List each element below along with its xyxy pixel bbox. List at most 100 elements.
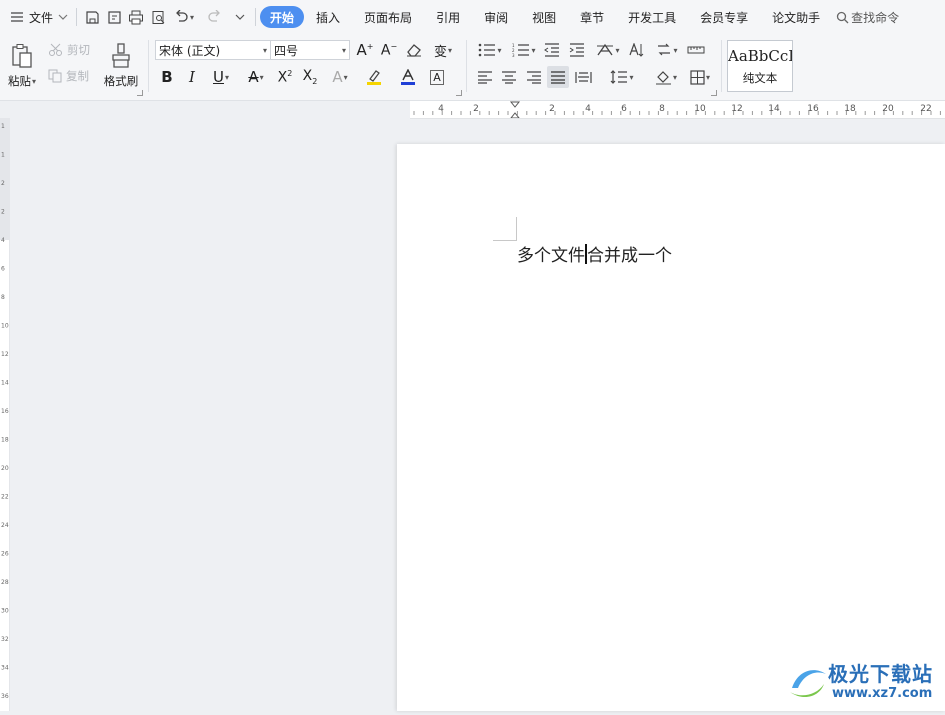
decrease-font-size-button[interactable]: A−: [378, 39, 400, 61]
align-right-button[interactable]: [523, 66, 545, 88]
save-button[interactable]: [83, 8, 101, 26]
separator: [148, 40, 149, 92]
search-icon: [837, 11, 849, 23]
underline-button[interactable]: U ▾: [205, 66, 237, 88]
dialog-launcher-icon[interactable]: [711, 90, 717, 96]
numbered-list-icon: 123: [512, 43, 530, 57]
redo-button[interactable]: [201, 8, 227, 26]
separator: [721, 40, 722, 92]
align-right-icon: [527, 70, 541, 84]
svg-text:3: 3: [512, 53, 515, 57]
sort-icon: [629, 42, 644, 57]
print-button[interactable]: [127, 8, 145, 26]
chevron-down-icon: ▾: [531, 45, 536, 55]
sort-button[interactable]: [625, 39, 647, 61]
save-icon: [85, 10, 99, 24]
line-spacing-button[interactable]: ▾: [606, 66, 638, 88]
font-color-button[interactable]: [392, 66, 424, 88]
print-preview-button[interactable]: [149, 8, 167, 26]
subscript-icon: X2: [302, 68, 318, 86]
font-name-select[interactable]: 宋体 (正文) ▾: [155, 40, 271, 60]
increase-indent-button[interactable]: [566, 39, 588, 61]
phonetic-guide-button[interactable]: 变 ▾: [428, 39, 458, 61]
justify-button[interactable]: [547, 66, 569, 88]
ruler-label: 8: [1, 294, 5, 301]
superscript-button[interactable]: X2: [274, 66, 296, 88]
export-pdf-button[interactable]: [105, 8, 123, 26]
paste-button[interactable]: 粘贴 ▾: [4, 38, 40, 94]
format-painter-icon: [112, 43, 130, 68]
bullets-button[interactable]: ▾: [474, 39, 506, 61]
tab-3[interactable]: 引用: [424, 6, 472, 28]
table-tools-button[interactable]: [685, 39, 707, 61]
align-center-button[interactable]: [498, 66, 520, 88]
text-effect-icon: A: [332, 68, 343, 86]
ruler-label: 6: [621, 104, 627, 114]
watermark-brand-url: www.xz7.com: [832, 686, 933, 701]
copy-icon: [48, 69, 62, 83]
dialog-launcher-icon[interactable]: [137, 90, 143, 96]
tab-4[interactable]: 审阅: [472, 6, 520, 28]
bold-button[interactable]: B: [156, 66, 178, 88]
tab-5[interactable]: 视图: [520, 6, 568, 28]
show-hide-marks-button[interactable]: ▾: [651, 39, 683, 61]
document-page[interactable]: [397, 144, 945, 711]
numbering-button[interactable]: 1 2 3 ▾: [508, 39, 540, 61]
font-size-select[interactable]: 四号 ▾: [270, 40, 350, 60]
ribbon: 粘贴 ▾ 剪切 复制 格式刷 宋体 (正文) ▾ 四号 ▾ A+ A− 变 ▾ B …: [0, 34, 945, 101]
undo-button[interactable]: ▾: [171, 8, 197, 26]
paste-dropdown-icon[interactable]: ▾: [32, 77, 36, 86]
chinese-layout-icon: [597, 43, 614, 56]
ruler-label: 20: [882, 104, 894, 114]
subscript-button[interactable]: X2: [299, 66, 321, 88]
shading-button[interactable]: ▾: [650, 66, 682, 88]
borders-button[interactable]: ▾: [684, 66, 716, 88]
increase-font-size-button[interactable]: A+: [354, 39, 376, 61]
character-border-icon: A: [430, 69, 444, 85]
horizontal-ruler[interactable]: 4 2 2 4 6 8 10 12 14 16 18 20 22: [410, 101, 945, 119]
text-effect-button[interactable]: A ▾: [324, 66, 356, 88]
ruler-label: 4: [585, 104, 591, 114]
ruler-label: 14: [768, 104, 780, 114]
dialog-launcher-icon[interactable]: [456, 90, 462, 96]
highlight-button[interactable]: [358, 66, 390, 88]
ruler-label: 8: [659, 104, 665, 114]
ruler-label: 4: [438, 104, 444, 114]
tab-2[interactable]: 页面布局: [352, 6, 424, 28]
ruler-label: 34: [1, 665, 9, 672]
style-plain-text[interactable]: AaBbCcI 纯文本: [727, 40, 793, 92]
strikethrough-button[interactable]: A ▾: [240, 66, 272, 88]
copy-button[interactable]: 复制: [48, 66, 89, 86]
italic-button[interactable]: I: [181, 66, 203, 88]
ruler-label: 16: [807, 104, 819, 114]
chinese-layout-button[interactable]: ▾: [592, 39, 624, 61]
decrease-indent-button[interactable]: [541, 39, 563, 61]
distribute-button[interactable]: [572, 66, 594, 88]
file-menu[interactable]: 文件: [6, 6, 72, 28]
vertical-ruler[interactable]: 1 1 2 2 4 6 8 10 12 14 16 18 20 22 24 26 28 30 32 34 36: [0, 118, 10, 711]
align-left-icon: [478, 70, 492, 84]
customize-toolbar-button[interactable]: [231, 8, 249, 26]
tab-6[interactable]: 章节: [568, 6, 616, 28]
character-border-button[interactable]: A: [426, 66, 448, 88]
site-watermark: 极光下载站 www.xz7.com: [786, 658, 941, 706]
ruler-label: 1: [1, 123, 5, 130]
search-command[interactable]: 查找命令: [832, 6, 903, 28]
ruler-label: 20: [1, 465, 9, 472]
tab-9[interactable]: 论文助手: [760, 6, 832, 28]
tab-8[interactable]: 会员专享: [688, 6, 760, 28]
chevron-down-icon: ▾: [343, 72, 348, 82]
indent-marker-icon[interactable]: [509, 101, 521, 119]
ruler-label: 28: [1, 579, 9, 586]
paragraph-marks-icon: [658, 43, 671, 56]
document-body-text[interactable]: 多个文件 合并成一个: [517, 241, 672, 266]
tab-0[interactable]: 开始: [260, 6, 305, 28]
cut-button[interactable]: 剪切: [48, 40, 90, 60]
format-painter-button[interactable]: 格式刷: [100, 38, 142, 94]
tab-7[interactable]: 开发工具: [616, 6, 688, 28]
align-left-button[interactable]: [474, 66, 496, 88]
undo-dropdown-icon[interactable]: ▾: [190, 13, 194, 22]
tab-1[interactable]: 插入: [304, 6, 352, 28]
ruler-label: 32: [1, 636, 9, 643]
clear-format-button[interactable]: [403, 39, 425, 61]
